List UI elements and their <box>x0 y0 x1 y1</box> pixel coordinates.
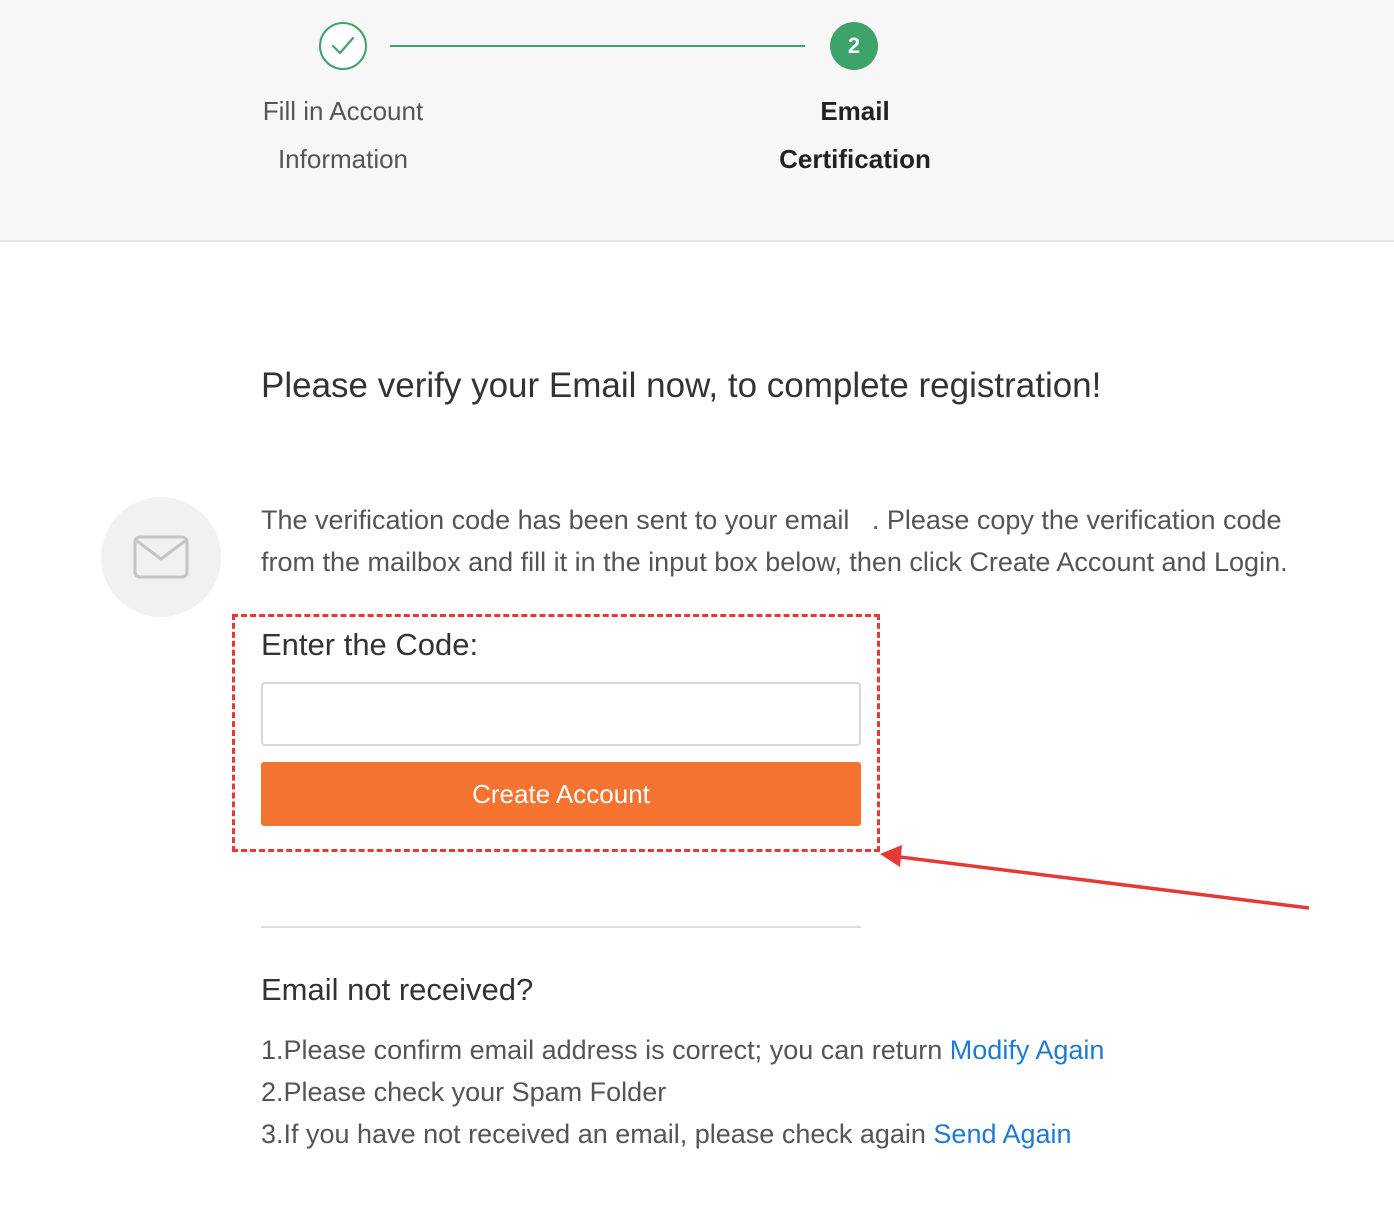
help-item-2: 2.Please check your Spam Folder <box>261 1071 666 1113</box>
help-item-3: 3.If you have not received an email, ple… <box>261 1113 1072 1155</box>
step-2-label: Email Certification <box>705 87 1005 183</box>
help-item-1-text: 1.Please confirm email address is correc… <box>261 1035 950 1065</box>
verification-info-line1: The verification code has been sent to y… <box>261 505 1282 535</box>
step-connector <box>390 45 805 47</box>
step-2-label-line2: Certification <box>779 144 931 174</box>
email-not-received-title: Email not received? <box>261 972 534 1007</box>
code-label: Enter the Code: <box>261 627 479 662</box>
step-1-label-line1: Fill in Account <box>262 96 424 126</box>
step-2-active-circle: 2 <box>830 22 878 70</box>
create-account-button[interactable]: Create Account <box>261 762 861 826</box>
check-icon <box>331 36 355 55</box>
help-item-2-text: 2.Please check your Spam Folder <box>261 1077 667 1107</box>
page-title: Please verify your Email now, to complet… <box>261 366 1102 405</box>
step-2-number: 2 <box>847 33 861 58</box>
modify-again-link[interactable]: Modify Again <box>950 1035 1105 1065</box>
envelope-icon <box>133 535 189 579</box>
mail-avatar <box>101 497 221 617</box>
annotation-arrow-line <box>899 855 1310 910</box>
section-divider <box>261 926 861 928</box>
step-1-label-line2: Information <box>277 144 409 174</box>
code-input[interactable] <box>261 682 861 746</box>
annotation-arrow-head <box>880 845 902 867</box>
step-1-label: Fill in Account Information <box>193 87 493 183</box>
verification-info: The verification code has been sent to y… <box>261 499 1321 583</box>
step-2-label-line1: Email <box>820 96 890 126</box>
help-item-1: 1.Please confirm email address is correc… <box>261 1029 1104 1071</box>
step-1-completed-circle <box>319 22 367 70</box>
send-again-link[interactable]: Send Again <box>933 1119 1071 1149</box>
verification-info-line2: from the mailbox and fill it in the inpu… <box>261 547 1288 577</box>
help-item-3-text: 3.If you have not received an email, ple… <box>261 1119 934 1149</box>
stepper: Fill in Account Information 2 Email Cert… <box>0 0 1394 242</box>
